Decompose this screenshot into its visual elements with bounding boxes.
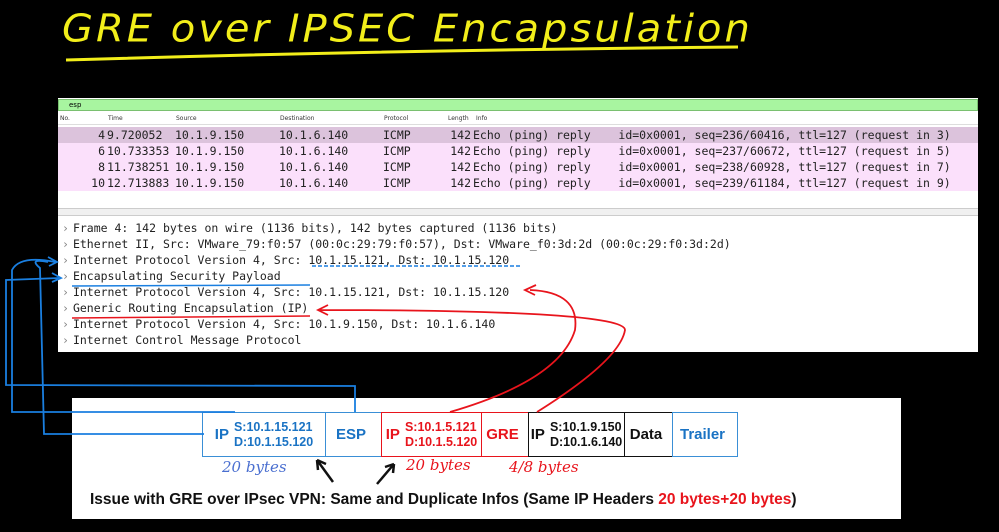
detail-text: Internet Control Message Protocol: [72, 333, 302, 347]
packet-dst: 10.1.6.140: [279, 176, 349, 190]
packet-src: 10.1.9.150: [175, 176, 245, 190]
packet-no: 6: [98, 144, 105, 158]
packet-row[interactable]: 4 9.720052 10.1.9.150 10.1.6.140 ICMP 142 Echo…: [58, 127, 978, 143]
display-filter-input[interactable]: esp: [58, 99, 978, 111]
packet-dst: 10.1.6.140: [279, 144, 349, 158]
packet-info: Echo (ping) reply id=0x0001, seq=237/606…: [473, 144, 951, 158]
detail-text: Frame 4: 142 bytes on wire (1136 bits), …: [72, 221, 558, 235]
packet-proto: ICMP: [383, 160, 411, 174]
packet-src: 10.1.9.150: [175, 160, 245, 174]
detail-text: Internet Protocol Version 4, Src: 10.1.1…: [72, 253, 510, 267]
packet-info: Echo (ping) reply id=0x0001, seq=236/604…: [473, 128, 951, 142]
col-length[interactable]: Length: [448, 115, 469, 122]
col-source[interactable]: Source: [176, 115, 197, 122]
issue-highlight: 20 bytes+20 bytes: [658, 491, 792, 508]
packet-dst: 10.1.6.140: [279, 128, 349, 142]
packet-row[interactable]: 10 12.713883 10.1.9.150 10.1.6.140 ICMP 142 Ec…: [58, 175, 978, 191]
packet-proto: ICMP: [383, 176, 411, 190]
detail-tree-item[interactable]: › Frame 4: 142 bytes on wire (1136 bits),…: [62, 220, 558, 236]
packet-row[interactable]: 6 10.733353 10.1.9.150 10.1.6.140 ICMP 142 Ech…: [58, 143, 978, 159]
packet-no: 4: [98, 128, 105, 142]
packet-len: 142: [450, 160, 471, 174]
col-info[interactable]: Info: [476, 115, 487, 122]
packet-src: 10.1.9.150: [175, 144, 245, 158]
arrow-icon: [315, 458, 335, 483]
chevron-right-icon: ›: [62, 253, 69, 267]
packet-time: 11.738251: [107, 160, 170, 174]
chevron-right-icon: ›: [62, 237, 69, 251]
chevron-right-icon: ›: [62, 333, 69, 347]
col-time[interactable]: Time: [108, 115, 123, 122]
wireshark-window: esp No. Time Source Destination Protocol…: [58, 98, 978, 352]
chevron-right-icon: ›: [62, 269, 69, 283]
col-destination[interactable]: Destination: [280, 115, 314, 122]
detail-tree-item[interactable]: › Internet Protocol Version 4, Src: 10.1.…: [62, 316, 495, 332]
packet-len: 142: [450, 144, 471, 158]
packet-dst: 10.1.6.140: [279, 160, 349, 174]
packet-time: 12.713883: [107, 176, 170, 190]
packet-proto: ICMP: [383, 144, 411, 158]
detail-text: Encapsulating Security Payload: [72, 269, 281, 283]
packet-no: 8: [98, 160, 105, 174]
page-title: GRE over IPSEC Encapsulation: [62, 7, 753, 51]
packet-info: Echo (ping) reply id=0x0001, seq=239/611…: [473, 176, 951, 190]
chevron-right-icon: ›: [62, 317, 69, 331]
chevron-right-icon: ›: [62, 285, 69, 299]
issue-end: ): [791, 491, 797, 508]
detail-tree-item[interactable]: › Internet Protocol Version 4, Src: 10.1.…: [62, 284, 509, 300]
packet-no: 10: [91, 176, 105, 190]
issue-text: Issue with GRE over IPsec VPN: Same and …: [90, 491, 659, 508]
detail-tree-item[interactable]: › Internet Protocol Version 4, Src: 10.1.…: [62, 252, 509, 268]
packet-time: 10.733353: [107, 144, 170, 158]
packet-info: Echo (ping) reply id=0x0001, seq=238/609…: [473, 160, 951, 174]
detail-text: Internet Protocol Version 4, Src: 10.1.9…: [72, 317, 496, 331]
detail-tree-item[interactable]: › Generic Routing Encapsulation (IP): [62, 300, 308, 316]
detail-text: Internet Protocol Version 4, Src: 10.1.1…: [72, 285, 510, 299]
col-protocol[interactable]: Protocol: [384, 115, 408, 122]
packet-len: 142: [450, 176, 471, 190]
packet-src: 10.1.9.150: [175, 128, 245, 142]
arrow-icon: [376, 462, 396, 485]
packet-time: 9.720052: [107, 128, 163, 142]
chevron-right-icon: ›: [62, 221, 69, 235]
detail-tree-item[interactable]: › Encapsulating Security Payload: [62, 268, 281, 284]
detail-text: Ethernet II, Src: VMware_79:f0:57 (00:0c…: [72, 237, 731, 251]
detail-text: Generic Routing Encapsulation (IP): [72, 301, 309, 315]
issue-caption: Issue with GRE over IPsec VPN: Same and …: [90, 491, 797, 509]
packet-list-header: No. Time Source Destination Protocol Len…: [58, 112, 978, 125]
detail-tree-item[interactable]: › Ethernet II, Src: VMware_79:f0:57 (00:0…: [62, 236, 731, 252]
packet-len: 142: [450, 128, 471, 142]
packet-row[interactable]: 8 11.738251 10.1.9.150 10.1.6.140 ICMP 142 Ech…: [58, 159, 978, 175]
packet-proto: ICMP: [383, 128, 411, 142]
col-no[interactable]: No.: [60, 115, 70, 122]
detail-tree-item[interactable]: › Internet Control Message Protocol: [62, 332, 301, 348]
pane-splitter[interactable]: [58, 208, 978, 216]
encapsulation-diagram: IP S:10.1.15.121 D:10.1.15.120 ESP IP S:1…: [72, 398, 901, 519]
chevron-right-icon: ›: [62, 301, 69, 315]
